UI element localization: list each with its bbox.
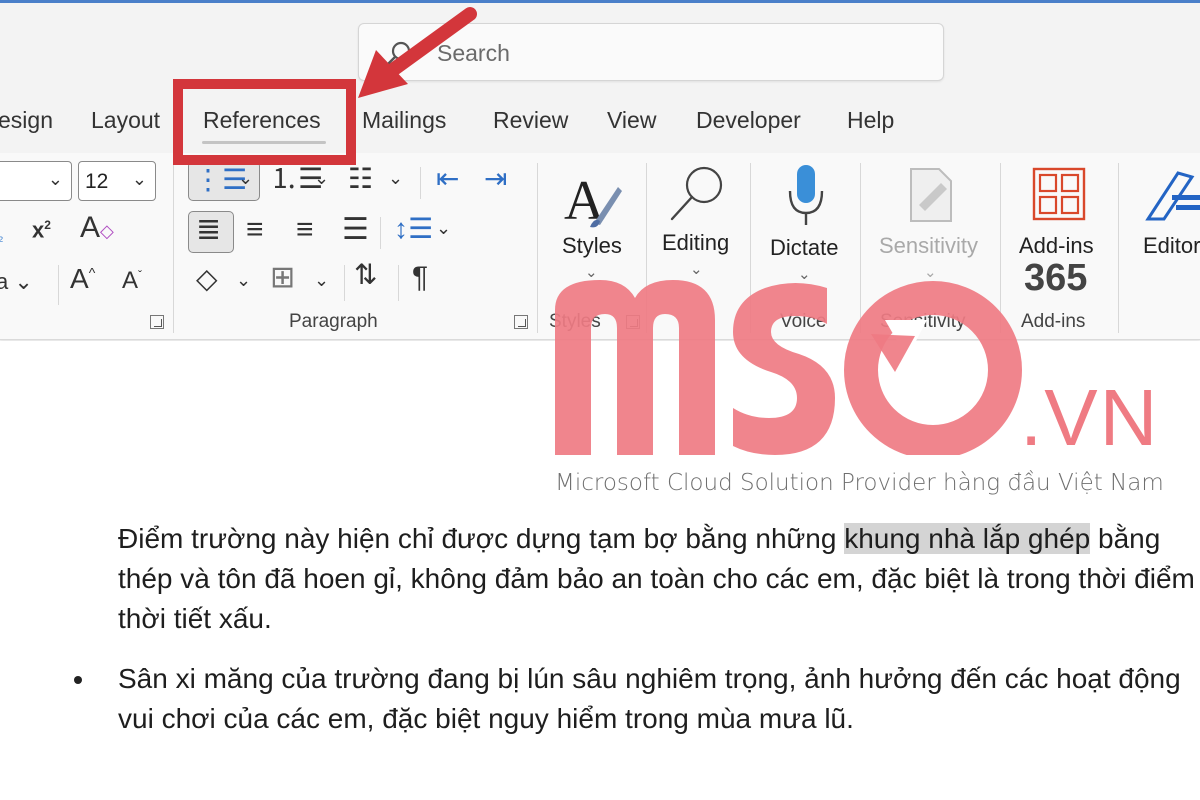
annotation-arrow-icon	[358, 7, 477, 98]
grow-font-icon[interactable]: A^	[70, 265, 95, 293]
tab-review[interactable]: Review	[493, 107, 568, 134]
divider	[344, 265, 345, 301]
editor-button-label[interactable]: Editor	[1143, 233, 1200, 259]
mso-domain-text: .VN	[1020, 373, 1160, 462]
chevron-down-icon: ⌄	[314, 168, 330, 188]
editor-icon[interactable]	[1142, 167, 1200, 225]
font-size-value: 12	[85, 170, 109, 193]
editing-button-label[interactable]: Editing	[662, 230, 729, 256]
chevron-down-icon: ⌄	[236, 270, 252, 290]
divider	[398, 265, 399, 301]
mso-tagline: Microsoft Cloud Solution Provider hàng đ…	[555, 470, 1164, 496]
align-left-icon: ≣	[196, 213, 222, 246]
show-formatting-marks-icon[interactable]: ¶	[412, 263, 428, 293]
sensitivity-icon	[910, 168, 952, 222]
align-center-icon[interactable]: ≡	[246, 215, 264, 245]
group-label-addins: Add-ins	[1021, 311, 1086, 332]
divider	[420, 167, 421, 199]
font-size-select[interactable]: 12 ⌄	[78, 161, 156, 201]
shading-icon[interactable]: ◇	[196, 265, 218, 293]
tab-mailings[interactable]: Mailings	[362, 107, 446, 134]
selected-text-highlight: khung nhà lắp ghép	[844, 523, 1091, 554]
font-name-select[interactable]: ⌄	[0, 161, 72, 201]
change-case-icon[interactable]: a ⌄	[0, 271, 33, 293]
chevron-down-icon: ⌄	[924, 264, 937, 281]
chevron-down-icon: ⌄	[314, 270, 330, 290]
word-window: Search esign Layout References Mailings …	[0, 0, 1200, 800]
annotation-highlight-box	[173, 79, 356, 165]
decrease-indent-icon[interactable]: ⇤	[436, 165, 459, 193]
divider	[173, 163, 174, 333]
divider	[58, 265, 59, 305]
justify-icon[interactable]: ☰	[342, 215, 369, 245]
tab-developer[interactable]: Developer	[696, 107, 801, 134]
styles-button-label[interactable]: Styles	[562, 233, 622, 259]
clear-formatting-icon[interactable]: A◇	[80, 213, 114, 243]
align-right-icon[interactable]: ≡	[296, 215, 314, 245]
increase-indent-icon[interactable]: ⇥	[484, 165, 507, 193]
bullet-point	[74, 676, 82, 684]
divider	[537, 163, 538, 333]
chevron-down-icon: ⌄	[436, 218, 452, 238]
styles-icon[interactable]: A	[560, 165, 626, 231]
editing-icon[interactable]	[666, 163, 728, 225]
paragraph-dialog-launcher-icon[interactable]	[514, 315, 528, 329]
chevron-down-icon: ⌄	[388, 168, 404, 188]
chevron-down-icon: ⌄	[690, 261, 703, 278]
microphone-icon[interactable]	[786, 163, 826, 233]
superscript-icon[interactable]: x2	[32, 219, 51, 241]
subscript-icon[interactable]: ₂	[0, 229, 3, 243]
sensitivity-button-label: Sensitivity	[879, 233, 979, 258]
font-dialog-launcher-icon[interactable]	[150, 315, 164, 329]
tab-help[interactable]: Help	[847, 107, 894, 134]
paragraph-text-start: Điểm trường này hiện chỉ được dựng tạm b…	[118, 523, 845, 554]
chevron-down-icon: ⌄	[47, 169, 63, 189]
chevron-down-icon: ⌄	[585, 264, 598, 281]
dictate-button-label[interactable]: Dictate	[770, 235, 838, 261]
addins-icon[interactable]	[1032, 167, 1086, 221]
divider	[1118, 163, 1119, 333]
borders-icon[interactable]: ⊞	[270, 263, 295, 293]
mso-logo-watermark	[555, 280, 1022, 455]
line-spacing-icon[interactable]: ↕☰	[394, 215, 433, 243]
sort-icon[interactable]: ⇅	[354, 261, 377, 289]
chevron-down-icon: ⌄	[238, 168, 254, 188]
chevron-down-icon: ⌄	[131, 169, 147, 189]
multilevel-list-icon[interactable]: ☷	[348, 165, 373, 193]
group-label-paragraph: Paragraph	[289, 311, 378, 332]
tab-layout[interactable]: Layout	[91, 107, 160, 134]
divider	[380, 217, 381, 249]
shrink-font-icon[interactable]: Aˇ	[122, 269, 142, 293]
addins-button-label[interactable]: Add-ins	[1019, 233, 1094, 259]
tab-view[interactable]: View	[607, 107, 656, 134]
tab-design[interactable]: esign	[0, 107, 53, 134]
document-paragraph[interactable]: Điểm trường này hiện chỉ được dựng tạm b…	[118, 519, 1198, 639]
addins-365-text: 365	[1024, 257, 1088, 299]
bullet-item[interactable]: Sân xi măng của trường đang bị lún sâu n…	[118, 659, 1198, 739]
